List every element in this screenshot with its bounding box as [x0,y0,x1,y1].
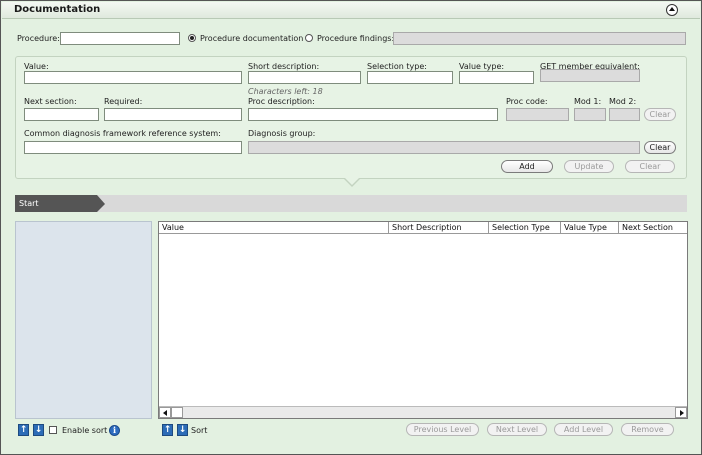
characters-left-hint: Characters left: 18 [248,87,323,96]
next-level-button[interactable]: Next Level [487,423,547,436]
next-section-input[interactable] [24,108,99,121]
arrow-down-icon[interactable]: ↓ [177,424,188,436]
proc-description-label: Proc description: [248,97,315,106]
grid-horizontal-scrollbar[interactable] [159,406,687,418]
sort-label: Sort [191,426,208,435]
grid-header: Value Short Description Selection Type V… [159,222,687,234]
column-next-section[interactable]: Next Section [619,222,687,234]
diagnosis-group-field [248,141,640,154]
value-type-input[interactable] [459,71,534,84]
remove-button[interactable]: Remove [621,423,674,436]
selection-type-input[interactable] [367,71,453,84]
proc-code-label: Proc code: [506,97,548,106]
info-icon[interactable]: i [109,425,120,436]
short-description-input[interactable] [248,71,361,84]
form-pointer-fill [345,178,359,185]
value-type-label: Value type: [459,62,505,71]
arrow-up-icon[interactable]: ↑ [162,424,173,436]
radio-procedure-findings[interactable] [305,34,313,42]
diagnosis-group-label: Diagnosis group: [248,129,316,138]
clear-diagnosis-group-button[interactable]: Clear [644,141,676,154]
column-selection-type[interactable]: Selection Type [489,222,561,234]
documentation-panel: Documentation Procedure: Procedure docum… [0,0,702,455]
proc-code-field [506,108,569,121]
radio-procedure-findings-label: Procedure findings: [317,34,395,43]
get-member-equivalent-field [540,69,640,82]
value-label: Value: [24,62,49,71]
breadcrumb-start[interactable]: Start [15,195,105,212]
column-value[interactable]: Value [159,222,389,234]
procedure-findings-field [393,32,686,45]
enable-sort-label: Enable sort [62,426,108,435]
procedure-label: Procedure: [17,34,60,43]
level-tree-pane[interactable] [15,221,152,419]
collapse-up-icon[interactable] [666,4,678,16]
radio-procedure-documentation-label: Procedure documentation [200,34,304,43]
required-input[interactable] [104,108,242,121]
add-level-button[interactable]: Add Level [554,423,613,436]
values-grid[interactable]: Value Short Description Selection Type V… [158,221,688,419]
short-description-label: Short description: [248,62,320,71]
mod2-label: Mod 2: [609,97,637,106]
scroll-right-icon[interactable] [675,407,687,418]
clear-form-button[interactable]: Clear [625,160,675,173]
add-button[interactable]: Add [501,160,553,173]
radio-procedure-documentation[interactable] [188,34,196,42]
mod2-field [609,108,640,121]
selection-type-label: Selection type: [367,62,427,71]
arrow-down-icon[interactable]: ↓ [33,424,44,436]
update-button[interactable]: Update [564,160,614,173]
value-input[interactable] [24,71,242,84]
proc-description-input[interactable] [248,108,498,121]
panel-title: Documentation [14,4,101,15]
column-short-description[interactable]: Short Description [389,222,489,234]
clear-proc-code-button[interactable]: Clear [644,108,676,121]
enable-sort-checkbox[interactable] [49,426,57,434]
previous-level-button[interactable]: Previous Level [406,423,479,436]
column-value-type[interactable]: Value Type [561,222,619,234]
cdf-reference-input[interactable] [24,141,242,154]
mod1-label: Mod 1: [574,97,602,106]
scroll-thumb[interactable] [171,407,183,418]
level-breadcrumb: Start [15,195,687,212]
required-label: Required: [104,97,143,106]
arrow-up-icon[interactable]: ↑ [18,424,29,436]
procedure-input[interactable] [60,32,180,45]
panel-header: Documentation [2,2,700,19]
next-section-label: Next section: [24,97,77,106]
cdf-reference-label: Common diagnosis framework reference sys… [24,129,221,138]
mod1-field [574,108,606,121]
scroll-left-icon[interactable] [159,407,171,418]
